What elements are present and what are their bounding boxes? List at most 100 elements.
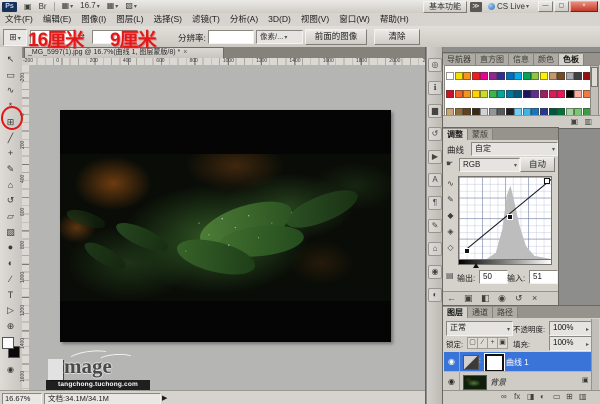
blur-tool[interactable]: ●: [2, 240, 19, 254]
swatch-14[interactable]: [566, 72, 574, 80]
swatch-9[interactable]: [523, 72, 531, 80]
visibility-eye-icon[interactable]: ◉: [444, 352, 460, 371]
resolution-unit-select[interactable]: 像素/...▾: [256, 30, 303, 44]
resolution-field[interactable]: [208, 30, 254, 44]
actions-icon[interactable]: ▶: [428, 150, 442, 164]
menu-8[interactable]: 视图(V): [296, 13, 334, 26]
swatch-13[interactable]: [557, 72, 565, 80]
status-zoom-field[interactable]: 16.67%: [2, 393, 42, 404]
eraser-tool[interactable]: ▱: [2, 209, 19, 223]
white-point-eyedropper-icon[interactable]: ◇: [445, 242, 456, 254]
zoom-tool[interactable]: ⊕: [2, 319, 19, 333]
channel-select[interactable]: RGB▾: [459, 158, 520, 172]
histogram-icon[interactable]: ▆: [428, 104, 442, 118]
adjustments-icon[interactable]: ◐: [428, 288, 442, 302]
visibility-eye-icon[interactable]: ◉: [444, 372, 460, 391]
history-icon[interactable]: ↺: [428, 127, 442, 141]
layer-name[interactable]: 背景: [490, 377, 506, 388]
swatch-21[interactable]: [480, 90, 488, 98]
tab-navigator[interactable]: 导航器: [443, 54, 476, 65]
tab-paths[interactable]: 路径: [493, 307, 518, 318]
swatch-24[interactable]: [506, 90, 514, 98]
curves-grid[interactable]: [458, 176, 552, 260]
status-menu-arrow[interactable]: ▶: [162, 394, 167, 402]
layer-name[interactable]: 曲线 1: [506, 357, 529, 368]
swatch-17[interactable]: [446, 90, 454, 98]
tab-info[interactable]: 信息: [509, 54, 534, 65]
opacity-value[interactable]: 100%▸: [549, 321, 592, 336]
tab-layers[interactable]: 图层: [443, 307, 468, 318]
delete-layer-icon[interactable]: ▥: [579, 392, 587, 401]
new-group-icon[interactable]: ▭: [553, 392, 561, 401]
gray-point-eyedropper-icon[interactable]: ◈: [445, 226, 456, 238]
expand-panel-icon[interactable]: ▣: [464, 293, 473, 304]
swatch-26[interactable]: [523, 90, 531, 98]
arrange-documents-icon[interactable]: ▦▾: [107, 1, 119, 12]
swatch-10[interactable]: [531, 72, 539, 80]
workspace-more-button[interactable]: ≫: [470, 2, 482, 12]
layer-row-curves[interactable]: ◉ ∶ 曲线 1: [444, 352, 592, 371]
swatches-scrollbar[interactable]: [590, 65, 599, 117]
add-layer-mask-icon[interactable]: ◨: [527, 392, 535, 401]
foreground-color-chip[interactable]: [2, 337, 14, 349]
tab-adjustments[interactable]: 调整: [443, 129, 468, 140]
tab-color[interactable]: 颜色: [534, 54, 559, 65]
minimize-button[interactable]: —: [538, 1, 553, 12]
link-layers-icon[interactable]: ∞: [501, 392, 507, 401]
delete-adjustment-icon[interactable]: ×: [532, 293, 537, 303]
navigator-icon[interactable]: ◎: [428, 58, 442, 72]
swatch-30[interactable]: [557, 90, 565, 98]
brush-tool[interactable]: ✎: [2, 162, 19, 176]
layer-style-icon[interactable]: fx: [514, 392, 520, 401]
pen-tool[interactable]: ∕: [2, 272, 19, 286]
info-icon[interactable]: ℹ: [428, 81, 442, 95]
swatch-27[interactable]: [531, 90, 539, 98]
crop-tool-preset-icon[interactable]: ⊞▾: [3, 29, 27, 46]
curve-point-tool-icon[interactable]: ∿: [445, 178, 456, 190]
menu-5[interactable]: 滤镜(T): [187, 13, 225, 26]
move-tool[interactable]: ↖: [2, 52, 19, 66]
swatch-6[interactable]: [497, 72, 505, 80]
curves-preset-select[interactable]: 自定▾: [471, 142, 558, 156]
canvas-area[interactable]: [29, 65, 425, 390]
swatch-7[interactable]: [506, 72, 514, 80]
swatch-20[interactable]: [472, 90, 480, 98]
layers-scrollbar[interactable]: [591, 319, 599, 390]
tab-histogram[interactable]: 直方图: [476, 54, 509, 65]
screen-mode-icon[interactable]: ▧▾: [125, 1, 137, 12]
front-image-button[interactable]: 前面的图像: [305, 29, 367, 45]
auto-button[interactable]: 自动: [520, 157, 555, 172]
reset-icon[interactable]: ↺: [515, 293, 523, 304]
swatch-28[interactable]: [540, 90, 548, 98]
clear-button[interactable]: 清除: [374, 29, 420, 45]
document-image[interactable]: [60, 110, 391, 342]
view-extras-icon[interactable]: ▦▾: [62, 1, 74, 12]
curve-white-point[interactable]: [544, 178, 550, 184]
healing-brush-tool[interactable]: +: [2, 146, 19, 160]
new-adjustment-layer-icon[interactable]: ◐: [540, 392, 545, 401]
layer-row-background[interactable]: ◉ 背景 ▣: [444, 371, 592, 391]
history-brush-tool[interactable]: ↺: [2, 193, 19, 207]
swatch-31[interactable]: [566, 90, 574, 98]
cs-live-button[interactable]: CS Live▾: [488, 2, 529, 11]
dodge-tool[interactable]: ◐: [2, 256, 19, 270]
swatch-5[interactable]: [489, 72, 497, 80]
type-tool[interactable]: T: [2, 288, 19, 302]
menu-7[interactable]: 3D(D): [263, 13, 296, 26]
toggle-visibility-icon[interactable]: ◉: [498, 293, 506, 304]
menu-9[interactable]: 窗口(W): [334, 13, 375, 26]
swatch-18[interactable]: [455, 90, 463, 98]
swatch-19[interactable]: [463, 90, 471, 98]
menu-10[interactable]: 帮助(H): [375, 13, 414, 26]
tab-masks[interactable]: 蒙版: [468, 129, 493, 140]
new-layer-icon[interactable]: ⊞: [566, 392, 573, 401]
swatch-22[interactable]: [489, 90, 497, 98]
close-button[interactable]: ×: [570, 1, 598, 12]
swatch-0[interactable]: [446, 72, 454, 80]
workspace-button[interactable]: 基本功能: [423, 1, 467, 13]
swatch-4[interactable]: [480, 72, 488, 80]
new-swatch-icon[interactable]: ▣: [570, 117, 578, 126]
lasso-tool[interactable]: ∿: [2, 83, 19, 97]
quick-mask-icon[interactable]: ◉: [4, 365, 17, 376]
targeted-adjustment-icon[interactable]: ☛: [446, 159, 457, 170]
